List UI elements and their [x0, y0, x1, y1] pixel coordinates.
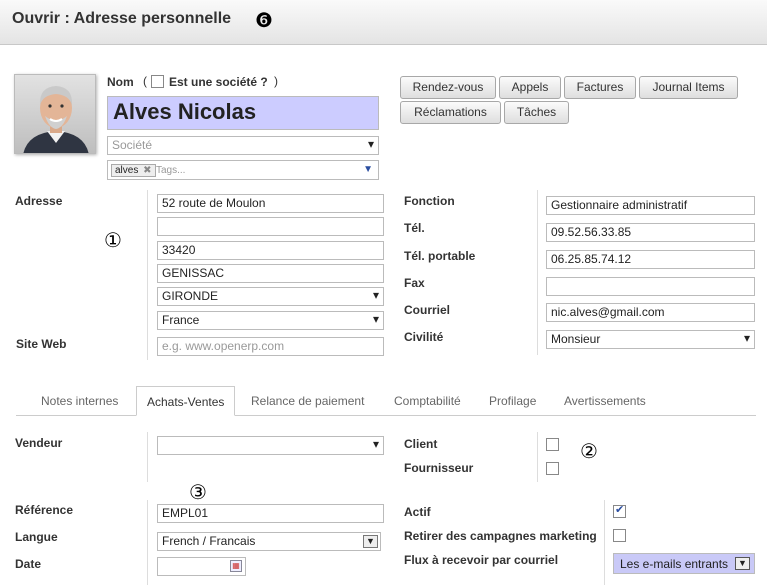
- civilite-select[interactable]: Monsieur: [546, 330, 755, 349]
- details-separator: [537, 190, 538, 355]
- street-input[interactable]: 52 route de Moulon: [157, 194, 384, 213]
- langue-dropdown-icon[interactable]: ▼: [363, 535, 378, 548]
- journal-items-button[interactable]: Journal Items: [639, 76, 738, 99]
- mobile-input[interactable]: 06.25.85.74.12: [546, 250, 755, 269]
- email-input[interactable]: nic.alves@gmail.com: [546, 303, 755, 322]
- paren-open: (: [143, 74, 147, 88]
- marker-one: ①: [104, 228, 122, 252]
- contact-photo[interactable]: [14, 74, 96, 154]
- taches-button[interactable]: Tâches: [504, 101, 569, 124]
- email-label: Courriel: [404, 303, 451, 317]
- actif-separator: [604, 500, 605, 585]
- retirer-checkbox[interactable]: [613, 529, 626, 542]
- tab-profilage[interactable]: Profilage: [479, 386, 546, 416]
- client-label: Client: [404, 437, 438, 451]
- name-input[interactable]: Alves Nicolas: [107, 96, 379, 130]
- name-label: Nom: [107, 75, 134, 89]
- state-select[interactable]: GIRONDE: [157, 287, 384, 306]
- date-label: Date: [15, 557, 42, 571]
- website-input[interactable]: e.g. www.openerp.com: [157, 337, 384, 356]
- client-checkbox[interactable]: [546, 438, 559, 451]
- actif-checkbox[interactable]: [613, 503, 626, 518]
- is-company-label: Est une société ?: [169, 75, 268, 89]
- tags-field[interactable]: alves ✖ Tags... ▼: [107, 160, 379, 180]
- country-select[interactable]: France: [157, 311, 384, 330]
- vendeur-separator: [147, 432, 148, 482]
- reclamations-button[interactable]: Réclamations: [400, 101, 501, 124]
- tags-placeholder: Tags...: [156, 165, 186, 176]
- mobile-label: Tél. portable: [404, 249, 476, 263]
- rendezvous-button[interactable]: Rendez-vous: [400, 76, 496, 99]
- paren-close: ): [274, 74, 278, 88]
- tab-notes-internes[interactable]: Notes internes: [31, 386, 128, 416]
- fonction-input[interactable]: Gestionnaire administratif: [546, 196, 755, 215]
- tab-achats-ventes[interactable]: Achats-Ventes: [136, 386, 236, 416]
- flux-value: Les e-mails entrants: [620, 557, 729, 571]
- factures-button[interactable]: Factures: [564, 76, 636, 99]
- tel-label: Tél.: [404, 221, 425, 235]
- tel-input[interactable]: 09.52.56.33.85: [546, 223, 755, 242]
- fax-input[interactable]: [546, 277, 755, 296]
- client-separator: [537, 432, 538, 482]
- title-bar: Ouvrir : Adresse personnelle ❻: [0, 0, 767, 45]
- fax-label: Fax: [404, 276, 425, 290]
- langue-select[interactable]: French / Francais ▼: [157, 532, 381, 551]
- tab-comptabilite[interactable]: Comptabilité: [384, 386, 471, 416]
- flux-select[interactable]: Les e-mails entrants ▼: [613, 553, 755, 574]
- street2-input[interactable]: [157, 217, 384, 236]
- website-label: Site Web: [16, 337, 67, 351]
- company-select[interactable]: Société: [107, 136, 379, 155]
- reference-input[interactable]: EMPL01: [157, 504, 384, 523]
- actif-label: Actif: [404, 505, 431, 519]
- city-input[interactable]: GENISSAC: [157, 264, 384, 283]
- vendeur-select[interactable]: [157, 436, 384, 455]
- notebook-tabs: Notes internes Achats-Ventes Relance de …: [16, 386, 756, 416]
- tab-relance-paiement[interactable]: Relance de paiement: [241, 386, 374, 416]
- window-title: Ouvrir : Adresse personnelle: [12, 10, 232, 27]
- reference-label: Référence: [15, 503, 74, 517]
- tag-remove-icon[interactable]: ✖: [143, 165, 151, 176]
- reference-separator: [147, 500, 148, 585]
- civilite-label: Civilité: [404, 330, 444, 344]
- marker-two: ②: [580, 439, 598, 463]
- fournisseur-checkbox[interactable]: [546, 462, 559, 475]
- retirer-label: Retirer des campagnes marketing: [404, 529, 597, 543]
- address-separator: [147, 190, 148, 360]
- flux-label: Flux à recevoir par courriel: [404, 553, 559, 567]
- vendeur-label: Vendeur: [15, 436, 63, 450]
- date-input[interactable]: ▦: [157, 557, 246, 576]
- marker-six: ❻: [255, 8, 273, 32]
- address-label: Adresse: [15, 194, 63, 208]
- langue-value: French / Francais: [162, 534, 256, 548]
- tag-label: alves: [115, 165, 139, 176]
- is-company-checkbox[interactable]: [151, 75, 164, 88]
- calendar-icon[interactable]: ▦: [230, 560, 242, 572]
- fonction-label: Fonction: [404, 194, 455, 208]
- fournisseur-label: Fournisseur: [404, 461, 474, 475]
- flux-dropdown-icon[interactable]: ▼: [735, 557, 750, 570]
- langue-label: Langue: [15, 530, 58, 544]
- tags-dropdown-icon[interactable]: ▼: [363, 163, 373, 176]
- zip-input[interactable]: 33420: [157, 241, 384, 260]
- marker-three: ③: [189, 480, 207, 504]
- appels-button[interactable]: Appels: [499, 76, 561, 99]
- tag-chip: alves ✖: [111, 164, 156, 177]
- avatar-image: [15, 75, 95, 153]
- tab-avertissements[interactable]: Avertissements: [554, 386, 656, 416]
